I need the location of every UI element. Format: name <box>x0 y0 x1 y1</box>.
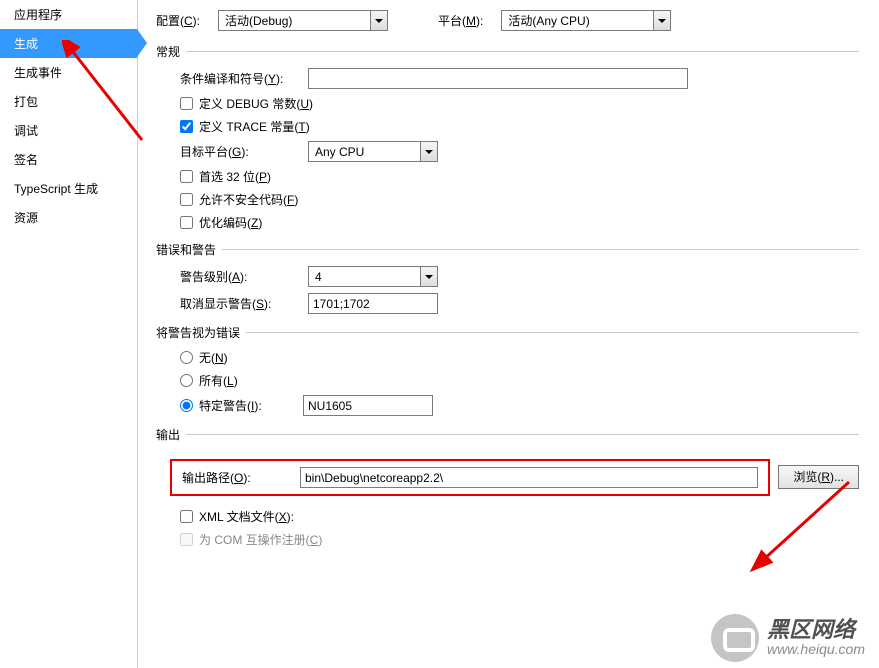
suppress-warnings-input[interactable] <box>308 293 438 314</box>
sidebar: 应用程序 生成 生成事件 打包 调试 签名 TypeScript 生成 资源 <box>0 0 138 668</box>
config-platform-row: 配置(C): 活动(Debug) 平台(M): 活动(Any CPU) <box>156 10 859 31</box>
warn-specific-label: 特定警告(I): <box>199 397 297 414</box>
platform-label: 平台(M): <box>438 12 483 29</box>
target-platform-label: 目标平台(G): <box>180 143 300 160</box>
output-path-label: 输出路径(O): <box>182 469 292 486</box>
sidebar-item-resources[interactable]: 资源 <box>0 203 137 232</box>
sidebar-item-signing[interactable]: 签名 <box>0 145 137 174</box>
allow-unsafe-row: 允许不安全代码(F) <box>180 191 859 208</box>
warn-specific-row: 特定警告(I): <box>180 395 859 416</box>
watermark-icon <box>711 614 759 662</box>
configuration-label: 配置(C): <box>156 12 200 29</box>
prefer-32bit-label: 首选 32 位(P) <box>199 168 271 185</box>
watermark-url: www.heiqu.com <box>767 642 865 657</box>
warn-all-radio[interactable] <box>180 374 193 387</box>
sidebar-item-typescript-build[interactable]: TypeScript 生成 <box>0 174 137 203</box>
suppress-warnings-label: 取消显示警告(S): <box>180 295 300 312</box>
sidebar-item-debug[interactable]: 调试 <box>0 116 137 145</box>
warning-level-row: 警告级别(A): 4 <box>180 266 859 287</box>
xml-doc-checkbox[interactable] <box>180 510 193 523</box>
define-trace-checkbox[interactable] <box>180 120 193 133</box>
com-register-label: 为 COM 互操作注册(C) <box>199 531 322 548</box>
prefer-32bit-row: 首选 32 位(P) <box>180 168 859 185</box>
chevron-down-icon <box>420 267 437 286</box>
warning-level-label: 警告级别(A): <box>180 268 300 285</box>
define-debug-row: 定义 DEBUG 常数(U) <box>180 95 859 112</box>
sidebar-item-package[interactable]: 打包 <box>0 87 137 116</box>
xml-doc-label: XML 文档文件(X): <box>199 508 294 525</box>
xml-doc-row: XML 文档文件(X): <box>180 508 859 525</box>
conditional-symbols-label: 条件编译和符号(Y): <box>180 70 300 87</box>
warn-all-label: 所有(L) <box>199 372 238 389</box>
warn-specific-input[interactable] <box>303 395 433 416</box>
sidebar-item-application[interactable]: 应用程序 <box>0 0 137 29</box>
group-warn-as-error: 将警告视为错误 <box>156 324 859 341</box>
optimize-checkbox[interactable] <box>180 216 193 229</box>
com-register-row: 为 COM 互操作注册(C) <box>180 531 859 548</box>
define-debug-checkbox[interactable] <box>180 97 193 110</box>
define-debug-label: 定义 DEBUG 常数(U) <box>199 95 313 112</box>
define-trace-row: 定义 TRACE 常量(T) <box>180 118 859 135</box>
chevron-down-icon <box>370 11 387 30</box>
warn-none-radio[interactable] <box>180 351 193 364</box>
output-path-highlight: 输出路径(O): <box>170 459 770 496</box>
target-platform-combo[interactable]: Any CPU <box>308 141 438 162</box>
warn-none-row: 无(N) <box>180 349 859 366</box>
conditional-symbols-input[interactable] <box>308 68 688 89</box>
optimize-row: 优化编码(Z) <box>180 214 859 231</box>
sidebar-item-build[interactable]: 生成 <box>0 29 137 58</box>
watermark-title: 黑区网络 <box>767 618 865 642</box>
warn-none-label: 无(N) <box>199 349 228 366</box>
allow-unsafe-label: 允许不安全代码(F) <box>199 191 298 208</box>
watermark: 黑区网络 www.heiqu.com <box>711 614 865 662</box>
conditional-symbols-row: 条件编译和符号(Y): <box>180 68 859 89</box>
group-output: 输出 <box>156 426 859 443</box>
browse-button[interactable]: 浏览(R)... <box>778 465 859 489</box>
optimize-label: 优化编码(Z) <box>199 214 262 231</box>
chevron-down-icon <box>653 11 670 30</box>
configuration-combo[interactable]: 活动(Debug) <box>218 10 388 31</box>
suppress-warnings-row: 取消显示警告(S): <box>180 293 859 314</box>
group-errors-warnings: 错误和警告 <box>156 241 859 258</box>
warn-specific-radio[interactable] <box>180 399 193 412</box>
warning-level-combo[interactable]: 4 <box>308 266 438 287</box>
target-platform-row: 目标平台(G): Any CPU <box>180 141 859 162</box>
prefer-32bit-checkbox[interactable] <box>180 170 193 183</box>
warn-all-row: 所有(L) <box>180 372 859 389</box>
group-general: 常规 <box>156 43 859 60</box>
com-register-checkbox <box>180 533 193 546</box>
main-panel: 配置(C): 活动(Debug) 平台(M): 活动(Any CPU) 常规 条… <box>138 0 879 668</box>
sidebar-item-build-events[interactable]: 生成事件 <box>0 58 137 87</box>
define-trace-label: 定义 TRACE 常量(T) <box>199 118 310 135</box>
chevron-down-icon <box>420 142 437 161</box>
allow-unsafe-checkbox[interactable] <box>180 193 193 206</box>
platform-combo[interactable]: 活动(Any CPU) <box>501 10 671 31</box>
output-path-input[interactable] <box>300 467 758 488</box>
